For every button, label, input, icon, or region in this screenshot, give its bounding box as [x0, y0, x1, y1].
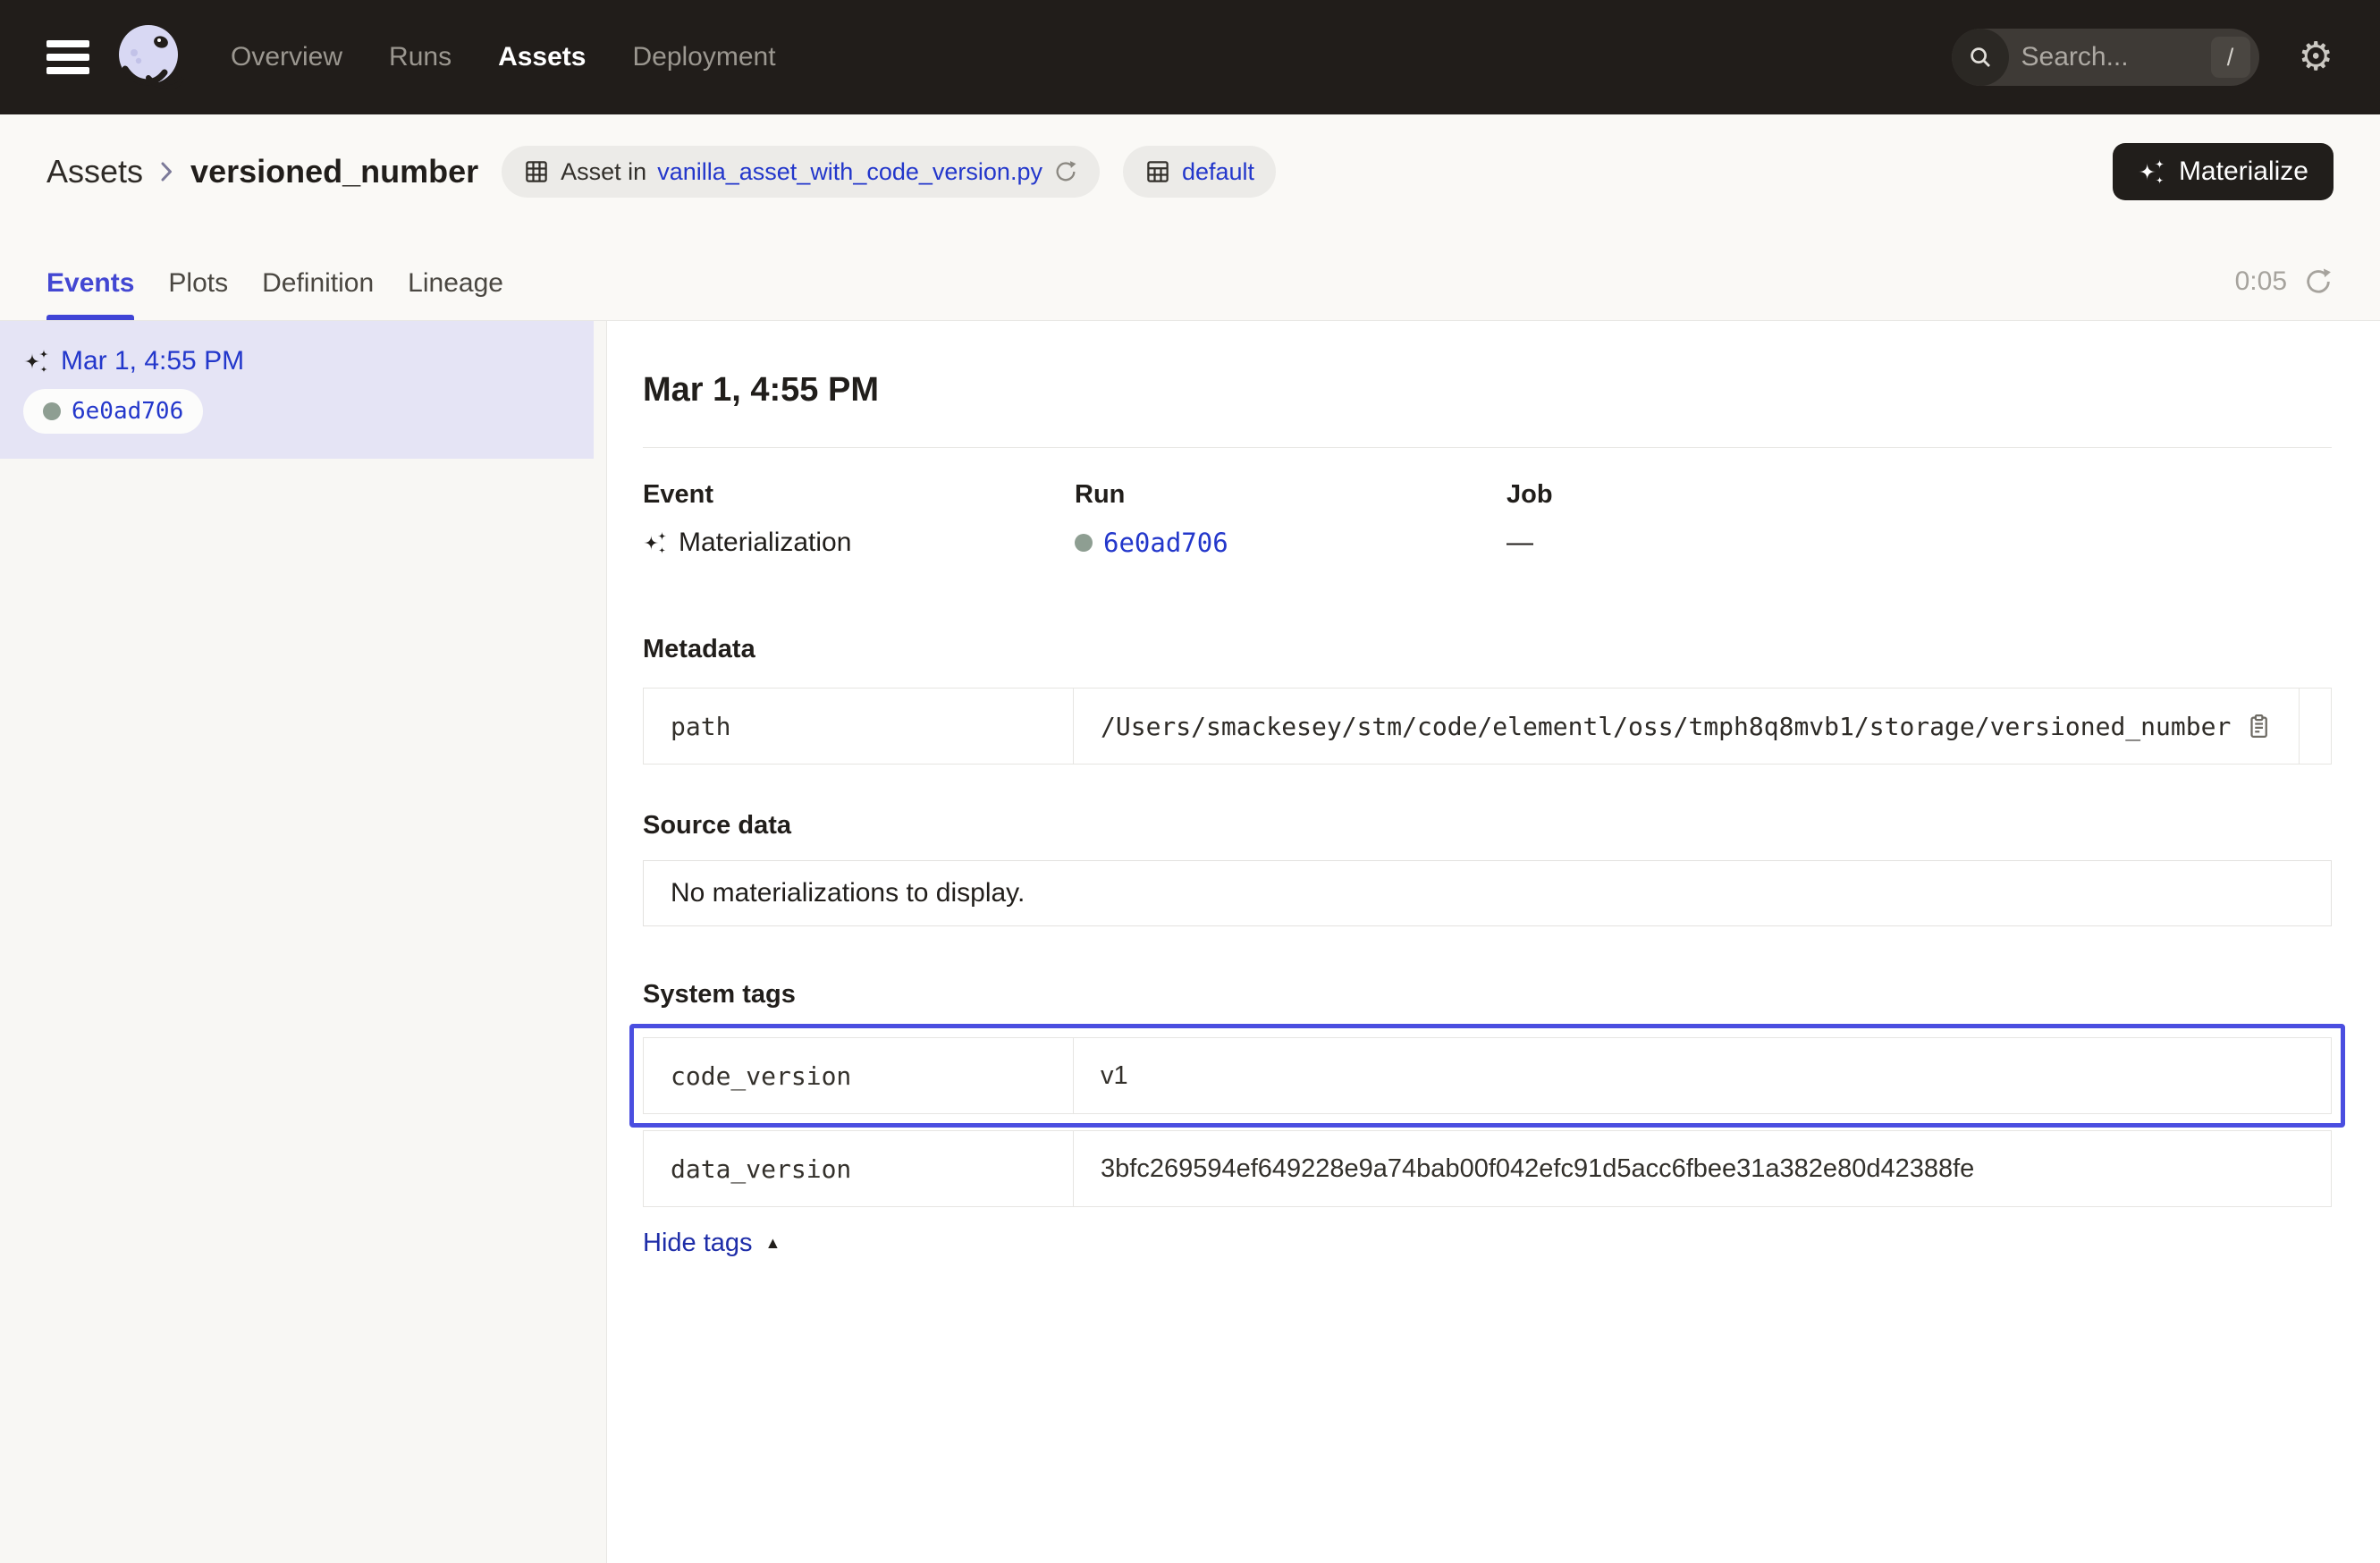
asset-tabs-row: Events Plots Definition Lineage 0:05 — [0, 229, 2380, 321]
reload-definition-icon[interactable] — [1053, 159, 1078, 184]
source-data-empty-state: No materializations to display. — [643, 860, 2332, 926]
table-row: data_version 3bfc269594ef649228e9a74bab0… — [644, 1131, 2331, 1206]
materialization-sparkle-icon — [23, 347, 50, 376]
hide-tags-link[interactable]: Hide tags ▲ — [643, 1229, 781, 1258]
sparkles-icon — [2138, 156, 2166, 187]
event-detail-panel: Mar 1, 4:55 PM Event Materialization — [607, 321, 2380, 1563]
event-summary-columns: Event Materialization Run 6e0ad — [643, 480, 2332, 558]
repo-icon — [1144, 158, 1171, 185]
table-row: code_version v1 — [644, 1038, 2331, 1113]
event-type-value: Materialization — [679, 528, 851, 558]
run-status-dot — [1075, 534, 1093, 552]
tag-key-data-version: data_version — [644, 1131, 1074, 1206]
search-icon — [1952, 29, 2009, 86]
materialize-label: Materialize — [2179, 156, 2308, 187]
system-tags-table: code_version v1 — [643, 1037, 2332, 1114]
top-navbar: Overview Runs Assets Deployment / ⚙ — [0, 0, 2380, 114]
job-column-label: Job — [1506, 480, 2332, 510]
tab-events[interactable]: Events — [46, 268, 134, 320]
hamburger-menu-icon[interactable] — [46, 40, 89, 74]
dagster-logo[interactable] — [114, 22, 184, 92]
metadata-path-link[interactable]: /Users/smackesey/stm/code/elementl/oss/t… — [1101, 712, 2231, 741]
event-list-item[interactable]: Mar 1, 4:55 PM 6e0ad706 — [0, 321, 594, 459]
metadata-table: path /Users/smackesey/stm/code/elementl/… — [643, 688, 2332, 765]
table-row: path /Users/smackesey/stm/code/elementl/… — [644, 689, 2331, 764]
tag-value-code-version: v1 — [1101, 1061, 1128, 1091]
source-data-heading: Source data — [643, 811, 2332, 841]
tag-value-data-version: 3bfc269594ef649228e9a74bab00f042efc91d5a… — [1101, 1154, 1974, 1184]
search-shortcut-key: / — [2211, 37, 2250, 78]
tab-lineage[interactable]: Lineage — [408, 268, 503, 320]
caret-up-icon: ▲ — [765, 1234, 781, 1253]
chevron-right-icon — [161, 162, 173, 182]
table-end-cell — [2299, 689, 2331, 764]
auto-refresh: 0:05 — [2235, 266, 2334, 320]
refresh-countdown: 0:05 — [2235, 266, 2287, 297]
search-input[interactable] — [2009, 42, 2211, 72]
event-timestamp-link[interactable]: Mar 1, 4:55 PM — [61, 346, 244, 376]
refresh-icon[interactable] — [2303, 266, 2334, 297]
run-id-link[interactable]: 6e0ad706 — [1103, 528, 1228, 558]
job-value: — — [1506, 528, 1533, 558]
tag-key-code-version: code_version — [644, 1038, 1074, 1113]
tab-plots[interactable]: Plots — [168, 268, 228, 320]
copy-icon[interactable] — [2245, 713, 2272, 739]
empty-message: No materializations to display. — [671, 878, 1025, 908]
asset-page-header: Assets versioned_number Asset in vanilla… — [0, 114, 2380, 229]
repo-badge: default — [1123, 146, 1276, 198]
nav-item-deployment[interactable]: Deployment — [632, 42, 775, 72]
run-id-chip[interactable]: 6e0ad706 — [23, 389, 203, 434]
asset-file-link[interactable]: vanilla_asset_with_code_version.py — [657, 158, 1042, 186]
asset-grid-icon — [523, 158, 550, 185]
system-tags-heading: System tags — [643, 980, 2332, 1010]
nav-item-runs[interactable]: Runs — [389, 42, 452, 72]
event-column: Event Materialization — [643, 480, 1075, 558]
run-id-chip-label: 6e0ad706 — [72, 398, 183, 425]
event-column-label: Event — [643, 480, 1075, 510]
materialization-sparkle-icon — [643, 529, 668, 556]
job-column: Job — — [1506, 480, 2332, 558]
event-list-sidebar: Mar 1, 4:55 PM 6e0ad706 — [0, 321, 607, 1563]
asset-in-label: Asset in — [561, 158, 646, 186]
breadcrumb-assets-link[interactable]: Assets — [46, 153, 143, 190]
repo-default-link[interactable]: default — [1182, 158, 1254, 186]
run-status-dot — [43, 402, 61, 420]
run-column-label: Run — [1075, 480, 1506, 510]
metadata-key: path — [644, 689, 1074, 764]
metadata-heading: Metadata — [643, 635, 2332, 664]
global-search[interactable]: / — [1952, 29, 2259, 86]
nav-item-assets[interactable]: Assets — [498, 42, 586, 72]
divider — [643, 447, 2332, 448]
tab-definition[interactable]: Definition — [262, 268, 374, 320]
breadcrumb: Assets versioned_number — [46, 153, 478, 190]
dagster-app: Overview Runs Assets Deployment / ⚙ Asse… — [0, 0, 2380, 1563]
event-detail-title: Mar 1, 4:55 PM — [643, 371, 2332, 410]
code-version-highlight-ring: code_version v1 — [629, 1024, 2345, 1128]
dagster-octopus-icon — [114, 22, 184, 92]
materialize-button[interactable]: Materialize — [2113, 143, 2334, 200]
hide-tags-label: Hide tags — [643, 1229, 753, 1258]
asset-name: versioned_number — [190, 153, 478, 190]
asset-definition-badge: Asset in vanilla_asset_with_code_version… — [502, 146, 1100, 198]
run-column: Run 6e0ad706 — [1075, 480, 1506, 558]
primary-nav: Overview Runs Assets Deployment — [231, 42, 776, 72]
settings-gear-icon[interactable]: ⚙ — [2299, 38, 2334, 77]
system-tags-table: data_version 3bfc269594ef649228e9a74bab0… — [643, 1130, 2332, 1207]
asset-tabs: Events Plots Definition Lineage — [46, 268, 503, 320]
nav-item-overview[interactable]: Overview — [231, 42, 342, 72]
